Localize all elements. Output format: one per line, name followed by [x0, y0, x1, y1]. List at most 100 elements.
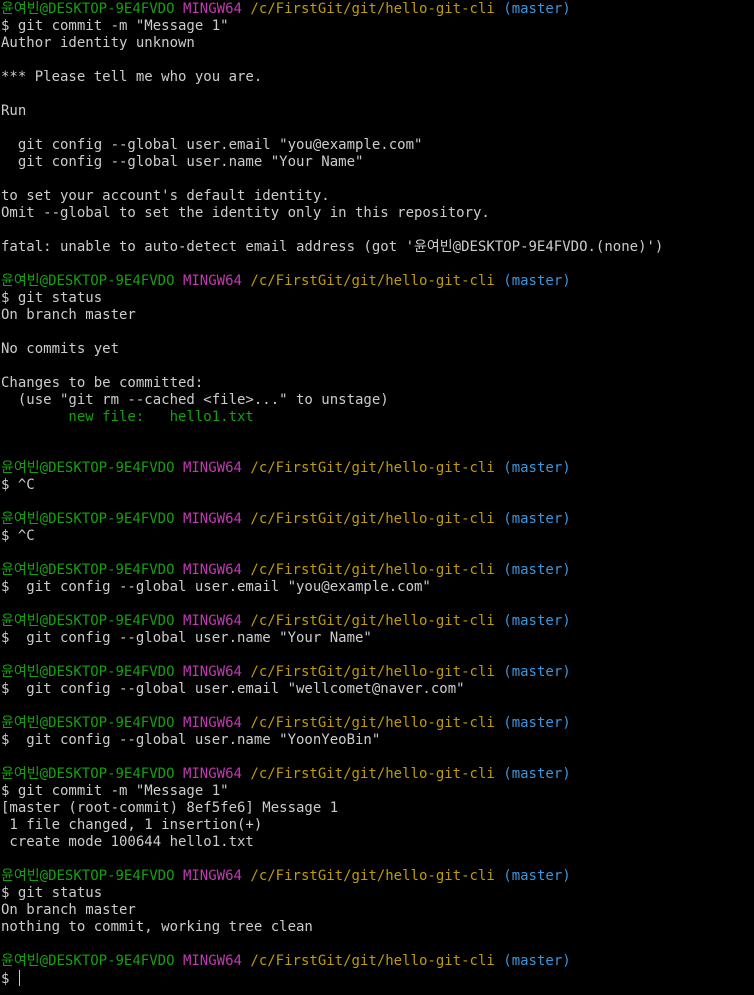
prompt-user: 윤여빈@DESKTOP-9E4FVDO [1, 511, 175, 527]
output-line: Omit --global to set the identity only i… [1, 205, 490, 221]
output-line: Author identity unknown [1, 35, 195, 51]
prompt-user: 윤여빈@DESKTOP-9E4FVDO [1, 1, 175, 17]
prompt-branch: (master) [503, 664, 571, 680]
prompt-system: MINGW64 [182, 562, 242, 578]
output-line: No commits yet [1, 341, 120, 357]
output-line: git config --global user.name "Your Name… [1, 154, 364, 170]
prompt-branch: (master) [503, 868, 571, 884]
output-line: create mode 100644 hello1.txt [1, 834, 254, 850]
prompt-line: 윤여빈@DESKTOP-9E4FVDO MINGW64 /c/FirstGit/… [1, 511, 754, 528]
prompt-user: 윤여빈@DESKTOP-9E4FVDO [1, 766, 175, 782]
prompt-line: 윤여빈@DESKTOP-9E4FVDO MINGW64 /c/FirstGit/… [1, 1, 754, 18]
output-line: to set your account's default identity. [1, 188, 330, 204]
prompt-user: 윤여빈@DESKTOP-9E4FVDO [1, 868, 175, 884]
prompt-branch: (master) [503, 511, 571, 527]
output-line: $ git commit -m "Message 1" [1, 18, 229, 34]
prompt-system: MINGW64 [182, 715, 242, 731]
prompt-path: /c/FirstGit/git/hello-git-cli [250, 868, 495, 884]
prompt-system: MINGW64 [182, 766, 242, 782]
prompt-line: 윤여빈@DESKTOP-9E4FVDO MINGW64 /c/FirstGit/… [1, 613, 754, 630]
output-line: nothing to commit, working tree clean [1, 919, 313, 935]
prompt-system: MINGW64 [182, 613, 242, 629]
prompt-branch: (master) [503, 460, 571, 476]
prompt-line: 윤여빈@DESKTOP-9E4FVDO MINGW64 /c/FirstGit/… [1, 562, 754, 579]
output-line: $ ^C [1, 477, 35, 493]
prompt-branch: (master) [503, 1, 571, 17]
staged-file-line: new file: hello1.txt [1, 409, 754, 426]
prompt-branch: (master) [503, 273, 571, 289]
prompt-line: 윤여빈@DESKTOP-9E4FVDO MINGW64 /c/FirstGit/… [1, 868, 754, 885]
prompt-user: 윤여빈@DESKTOP-9E4FVDO [1, 664, 175, 680]
output-line: [master (root-commit) 8ef5fe6] Message 1 [1, 800, 339, 816]
prompt-path: /c/FirstGit/git/hello-git-cli [250, 715, 495, 731]
prompt-line: 윤여빈@DESKTOP-9E4FVDO MINGW64 /c/FirstGit/… [1, 715, 754, 732]
input-line[interactable]: $ [1, 970, 754, 987]
prompt-path: /c/FirstGit/git/hello-git-cli [250, 460, 495, 476]
prompt-path: /c/FirstGit/git/hello-git-cli [250, 1, 495, 17]
prompt-user: 윤여빈@DESKTOP-9E4FVDO [1, 715, 175, 731]
prompt-system: MINGW64 [182, 1, 242, 17]
prompt-branch: (master) [503, 766, 571, 782]
prompt-path: /c/FirstGit/git/hello-git-cli [250, 273, 495, 289]
prompt-user: 윤여빈@DESKTOP-9E4FVDO [1, 460, 175, 476]
output-line: Run [1, 103, 27, 119]
output-line: fatal: unable to auto-detect email addre… [1, 239, 664, 255]
output-line: git config --global user.email "you@exam… [1, 137, 423, 153]
output-line: Changes to be committed: [1, 375, 204, 391]
prompt-system: MINGW64 [182, 511, 242, 527]
output-line: $ git config --global user.email "wellco… [1, 681, 465, 697]
prompt-path: /c/FirstGit/git/hello-git-cli [250, 953, 495, 969]
text-cursor [18, 970, 20, 986]
prompt-path: /c/FirstGit/git/hello-git-cli [250, 613, 495, 629]
output-line: $ git config --global user.name "Your Na… [1, 630, 372, 646]
prompt-system: MINGW64 [182, 664, 242, 680]
prompt-line: 윤여빈@DESKTOP-9E4FVDO MINGW64 /c/FirstGit/… [1, 664, 754, 681]
prompt-path: /c/FirstGit/git/hello-git-cli [250, 664, 495, 680]
prompt-branch: (master) [503, 953, 571, 969]
prompt-path: /c/FirstGit/git/hello-git-cli [250, 511, 495, 527]
prompt-user: 윤여빈@DESKTOP-9E4FVDO [1, 273, 175, 289]
staged-file-text: new file: hello1.txt [1, 409, 254, 425]
prompt-user: 윤여빈@DESKTOP-9E4FVDO [1, 953, 175, 969]
prompt-branch: (master) [503, 613, 571, 629]
output-line: $ git config --global user.email "you@ex… [1, 579, 431, 595]
output-line: $ git status [1, 290, 103, 306]
prompt-branch: (master) [503, 715, 571, 731]
output-line: $ git config --global user.name "YoonYeo… [1, 732, 381, 748]
prompt-line: 윤여빈@DESKTOP-9E4FVDO MINGW64 /c/FirstGit/… [1, 766, 754, 783]
prompt-system: MINGW64 [182, 953, 242, 969]
prompt-path: /c/FirstGit/git/hello-git-cli [250, 562, 495, 578]
prompt-user: 윤여빈@DESKTOP-9E4FVDO [1, 613, 175, 629]
prompt-user: 윤여빈@DESKTOP-9E4FVDO [1, 562, 175, 578]
output-line: *** Please tell me who you are. [1, 69, 263, 85]
prompt-branch: (master) [503, 562, 571, 578]
output-line: (use "git rm --cached <file>..." to unst… [1, 392, 389, 408]
prompt-system: MINGW64 [182, 273, 242, 289]
output-line: On branch master [1, 307, 136, 323]
prompt-system: MINGW64 [182, 868, 242, 884]
terminal-window[interactable]: 윤여빈@DESKTOP-9E4FVDO MINGW64 /c/FirstGit/… [0, 0, 754, 995]
output-line: $ git commit -m "Message 1" [1, 783, 229, 799]
output-line: $ ^C [1, 528, 35, 544]
output-line: 1 file changed, 1 insertion(+) [1, 817, 263, 833]
prompt-system: MINGW64 [182, 460, 242, 476]
input-prompt: $ [1, 971, 18, 987]
prompt-line: 윤여빈@DESKTOP-9E4FVDO MINGW64 /c/FirstGit/… [1, 273, 754, 290]
